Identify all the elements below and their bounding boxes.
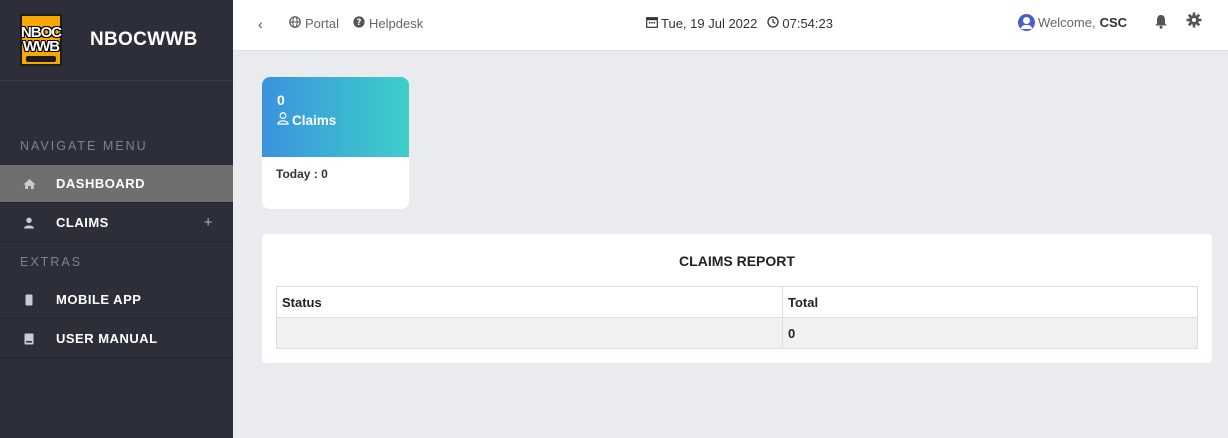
question-circle-icon: ? xyxy=(353,16,365,31)
brand-name: NBOCWWB xyxy=(90,29,198,50)
section-navigate-menu: NAVIGATE MENU xyxy=(20,139,148,153)
brand[interactable]: NBOC WWB NBOCWWB xyxy=(0,0,233,81)
gear-icon[interactable] xyxy=(1186,12,1202,33)
topbar: ‹ Portal ? Helpdesk Tue, 19 Jul 2022 07:… xyxy=(233,0,1228,51)
report-title: CLAIMS REPORT xyxy=(679,253,795,269)
username: CSC xyxy=(1099,15,1128,30)
sidebar-item-label: USER MANUAL xyxy=(56,331,158,346)
user-menu[interactable]: Welcome, CSC xyxy=(1018,14,1127,31)
section-extras: EXTRAS xyxy=(20,255,83,269)
claims-stat-card[interactable]: 0 Claims Today : 0 xyxy=(262,77,409,209)
bell-icon[interactable] xyxy=(1154,14,1168,33)
date-time: Tue, 19 Jul 2022 07:54:23 xyxy=(646,16,833,31)
welcome-text: Welcome, xyxy=(1038,15,1096,30)
logo-base xyxy=(26,56,56,62)
table-row: 0 xyxy=(276,317,1198,349)
logo-text-bottom: WWB xyxy=(22,38,60,55)
cell-total: 0 xyxy=(782,317,1198,349)
sidebar-item-claims[interactable]: CLAIMS + xyxy=(0,204,233,242)
user-outline-icon xyxy=(277,112,289,128)
calendar-icon xyxy=(646,16,658,31)
home-icon xyxy=(22,177,36,191)
claims-card-label-row: Claims xyxy=(277,112,409,128)
claims-report-panel: CLAIMS REPORT Status Total 0 xyxy=(262,234,1212,363)
expand-plus-icon[interactable]: + xyxy=(204,214,213,231)
time-text: 07:54:23 xyxy=(782,16,833,31)
portal-label: Portal xyxy=(305,16,339,31)
column-header-total: Total xyxy=(782,286,1198,318)
sidebar: NBOC WWB NBOCWWB NAVIGATE MENU DASHBOARD… xyxy=(0,0,233,438)
user-icon xyxy=(22,216,36,230)
table-header-row: Status Total xyxy=(276,286,1198,318)
helpdesk-link[interactable]: ? Helpdesk xyxy=(353,16,423,31)
cell-status xyxy=(276,317,783,349)
back-chevron-icon[interactable]: ‹ xyxy=(258,16,263,32)
mobile-icon xyxy=(22,293,36,307)
sidebar-item-label: CLAIMS xyxy=(56,215,109,230)
portal-link[interactable]: Portal xyxy=(289,16,339,31)
user-circle-icon xyxy=(1018,14,1035,31)
sidebar-item-label: DASHBOARD xyxy=(56,176,145,191)
svg-text:?: ? xyxy=(357,18,362,28)
sidebar-item-label: MOBILE APP xyxy=(56,292,142,307)
claims-today: Today : 0 xyxy=(276,167,328,181)
column-header-status: Status xyxy=(276,286,783,318)
clock-icon xyxy=(767,16,780,31)
claims-report-table: Status Total 0 xyxy=(276,286,1198,349)
claims-count: 0 xyxy=(277,92,285,108)
logo: NBOC WWB xyxy=(20,14,62,66)
claims-card-header: 0 Claims xyxy=(262,77,409,157)
claims-label: Claims xyxy=(292,112,337,128)
helpdesk-label: Helpdesk xyxy=(369,16,424,31)
globe-icon xyxy=(289,16,301,31)
sidebar-item-dashboard[interactable]: DASHBOARD xyxy=(0,165,233,203)
date-text: Tue, 19 Jul 2022 xyxy=(661,16,758,31)
sidebar-item-mobile-app[interactable]: MOBILE APP xyxy=(0,281,233,319)
book-icon xyxy=(22,332,36,346)
sidebar-item-user-manual[interactable]: USER MANUAL xyxy=(0,320,233,358)
